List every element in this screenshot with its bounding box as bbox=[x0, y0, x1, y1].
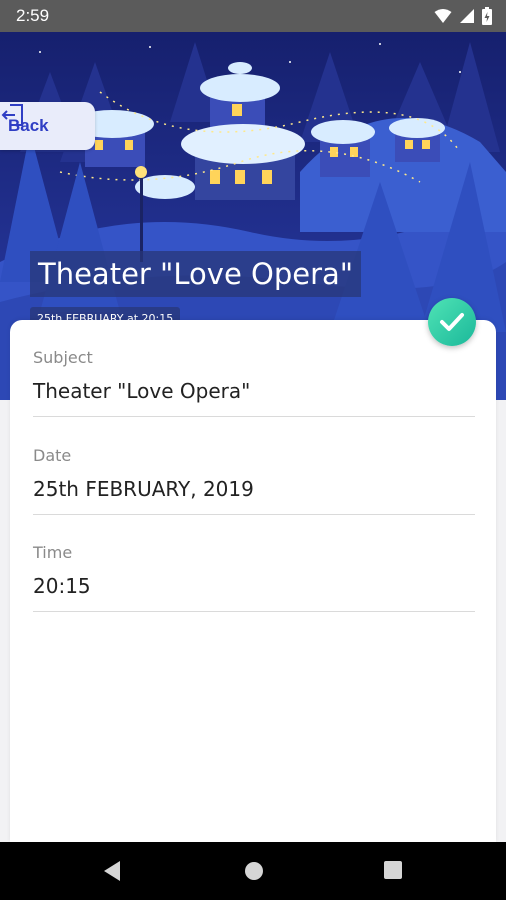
date-field[interactable]: Date 25th FEBRUARY, 2019 bbox=[33, 446, 475, 515]
wifi-icon bbox=[434, 9, 452, 23]
logout-door-icon bbox=[1, 104, 23, 126]
date-value: 25th FEBRUARY, 2019 bbox=[33, 477, 254, 501]
battery-icon bbox=[482, 7, 492, 25]
android-nav-bar bbox=[0, 842, 506, 900]
signal-icon bbox=[460, 9, 474, 23]
nav-back-icon[interactable] bbox=[102, 860, 122, 882]
date-label: Date bbox=[33, 446, 72, 465]
event-title: Theater "Love Opera" bbox=[30, 251, 362, 297]
status-icons bbox=[434, 7, 492, 25]
nav-home-icon[interactable] bbox=[243, 860, 265, 882]
details-card: Subject Theater "Love Opera" Date 25th F… bbox=[10, 320, 496, 842]
confirm-button[interactable] bbox=[428, 298, 476, 346]
status-time: 2:59 bbox=[16, 6, 50, 25]
subject-label: Subject bbox=[33, 348, 93, 367]
time-value: 20:15 bbox=[33, 574, 91, 598]
subject-value: Theater "Love Opera" bbox=[33, 379, 251, 403]
checkmark-icon bbox=[440, 313, 464, 331]
nav-recents-icon[interactable] bbox=[383, 860, 403, 880]
time-field[interactable]: Time 20:15 bbox=[33, 543, 475, 612]
subject-field[interactable]: Subject Theater "Love Opera" bbox=[33, 348, 475, 417]
status-bar: 2:59 bbox=[0, 0, 506, 32]
time-label: Time bbox=[33, 543, 73, 562]
back-button[interactable]: Back bbox=[0, 102, 95, 150]
